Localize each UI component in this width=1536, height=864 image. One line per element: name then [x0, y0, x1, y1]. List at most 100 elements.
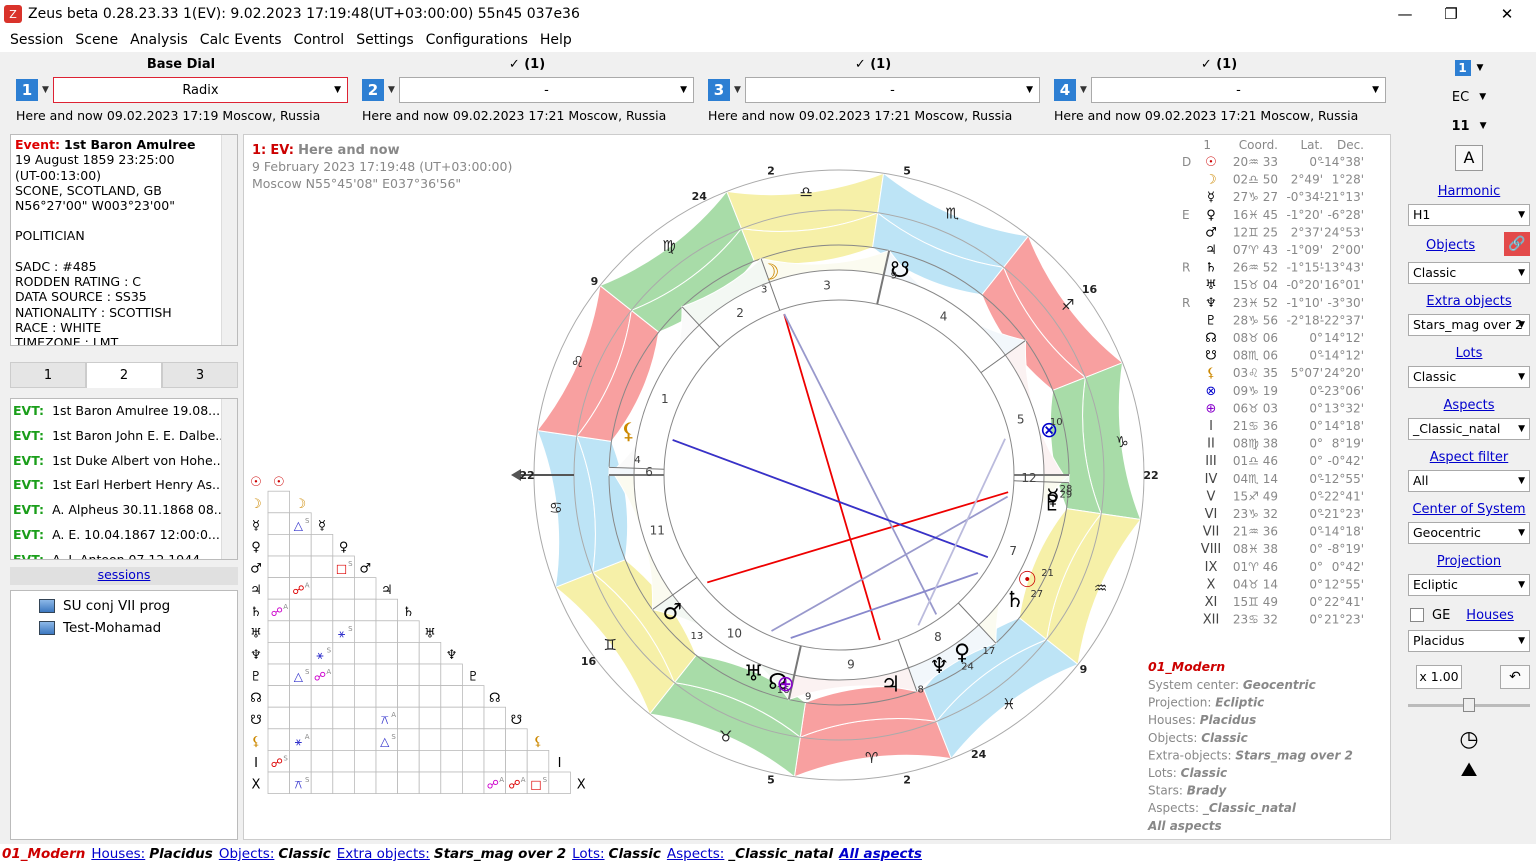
mountain-star-icon[interactable]: ⛰ — [1402, 756, 1536, 782]
dial-select[interactable]: - ▼ — [744, 77, 1040, 103]
undo-icon[interactable]: ↶ — [1500, 665, 1530, 689]
status-aspects-link[interactable]: Aspects: — [667, 846, 724, 862]
center-system-select[interactable]: Geocentric ▼ — [1408, 522, 1530, 544]
clock-icon[interactable]: ◷ — [1402, 726, 1536, 754]
menu-calc-events[interactable]: Calc Events — [194, 32, 288, 48]
tab-3[interactable]: 3 — [162, 362, 238, 388]
event-info-box[interactable]: Event: 1st Baron Amulree 19 August 1859 … — [10, 134, 238, 346]
planet-glyph[interactable]: ⊕ — [776, 672, 794, 697]
zoom-field[interactable]: x 1.00 — [1416, 665, 1462, 689]
summary-line: Objects: Classic — [1148, 731, 1248, 745]
grid-cell — [332, 663, 355, 687]
session-item[interactable]: SU conj VII prog — [11, 595, 237, 617]
lots-link[interactable]: Lots — [1402, 346, 1536, 362]
tab-1[interactable]: 1 — [10, 362, 86, 388]
dial-number-button[interactable]: 2 — [362, 79, 384, 101]
ec-selector[interactable]: EC ▼ — [1402, 82, 1536, 112]
link-icon[interactable]: 🔗 — [1504, 232, 1530, 256]
position-lat: 0° — [1309, 613, 1323, 627]
slider-thumb[interactable] — [1463, 698, 1475, 712]
lots-select[interactable]: Classic ▼ — [1408, 366, 1530, 388]
planet-glyph[interactable]: ☽ — [760, 260, 780, 285]
chart-canvas[interactable]: 1: EV: Here and now 9 February 2023 17:1… — [244, 135, 1392, 841]
houses-link[interactable]: Houses — [1466, 608, 1514, 623]
status-objects-link[interactable]: Objects: — [219, 846, 275, 862]
close-icon[interactable]: ✕ — [1484, 0, 1530, 28]
session-item[interactable]: Test-Mohamad — [11, 617, 237, 639]
list-item[interactable]: EVT: 1st Baron John E. E. Dalbe... — [11, 424, 237, 449]
chevron-down-icon[interactable]: ▼ — [388, 85, 395, 95]
position-lat: -0°20' — [1286, 278, 1323, 292]
list-item[interactable]: EVT: 1st Duke Albert von Hohe... — [11, 449, 237, 474]
chevron-down-icon[interactable]: ▼ — [1477, 63, 1484, 73]
extra-objects-select[interactable]: Stars_mag over 2 ▼ — [1408, 314, 1530, 336]
chevron-down-icon[interactable]: ▼ — [734, 85, 741, 95]
dial-select[interactable]: - ▼ — [398, 77, 694, 103]
houses-select[interactable]: Placidus ▼ — [1408, 630, 1530, 652]
dial-header[interactable]: ✓ (1) — [356, 54, 698, 76]
sessions-link[interactable]: sessions — [10, 567, 238, 585]
objects-select[interactable]: Classic ▼ — [1408, 262, 1530, 284]
dial-header[interactable]: ✓ (1) — [1048, 54, 1390, 76]
list-item[interactable]: EVT: 1st Earl Herbert Henry As... — [11, 473, 237, 498]
aspect-filter-link[interactable]: Aspect filter — [1402, 450, 1536, 466]
menu-scene[interactable]: Scene — [69, 32, 124, 48]
harmonic-select[interactable]: H1 ▼ — [1408, 204, 1530, 226]
menu-control[interactable]: Control — [288, 32, 351, 48]
aspects-select[interactable]: _Classic_natal ▼ — [1408, 418, 1530, 440]
evt-label: 1st Baron Amulree 19.08.... — [52, 403, 225, 418]
menu-help[interactable]: Help — [534, 32, 578, 48]
dial-select[interactable]: Radix ▼ — [52, 77, 348, 103]
tab-2[interactable]: 2 — [86, 362, 162, 388]
grid-cell — [289, 641, 312, 665]
menu-analysis[interactable]: Analysis — [124, 32, 194, 48]
status-all-aspects-link[interactable]: All aspects — [839, 846, 922, 862]
position-symbol: ☊ — [1205, 331, 1217, 346]
ge-checkbox[interactable] — [1410, 608, 1424, 622]
aspects-link[interactable]: Aspects — [1402, 398, 1536, 414]
zoom-slider[interactable] — [1408, 698, 1530, 712]
dial-select[interactable]: - ▼ — [1090, 77, 1386, 103]
right-dial-number[interactable]: 1 — [1454, 60, 1471, 76]
menu-settings[interactable]: Settings — [350, 32, 419, 48]
grid-cell — [397, 641, 420, 665]
planet-glyph[interactable]: ♂ — [663, 600, 683, 625]
center-system-link[interactable]: Center of System — [1402, 502, 1536, 518]
dial-panel-1: Base Dial 1 ▼ Radix ▼ Here and now 09.02.… — [10, 54, 352, 130]
projection-link[interactable]: Projection — [1402, 554, 1536, 570]
list-item[interactable]: EVT: A. J. Antoon 07.12.1944 — [11, 548, 237, 559]
harmonic-link[interactable]: Harmonic — [1402, 184, 1536, 200]
planet-glyph[interactable]: ♆ — [929, 654, 949, 679]
objects-link[interactable]: Objects — [1426, 238, 1512, 254]
dial-number-button[interactable]: 4 — [1054, 79, 1076, 101]
scrollbar[interactable] — [221, 399, 237, 559]
event-line — [15, 213, 233, 228]
dial-number-button[interactable]: 1 — [16, 79, 38, 101]
menu-configurations[interactable]: Configurations — [420, 32, 534, 48]
planet-glyph[interactable]: ♃ — [881, 673, 901, 698]
planet-glyph[interactable]: ⚸ — [621, 420, 637, 445]
minimize-icon[interactable]: — — [1382, 0, 1428, 28]
list-item[interactable]: EVT: 1st Baron Amulree 19.08.... — [11, 399, 237, 424]
aspect-filter-select[interactable]: All ▼ — [1408, 470, 1530, 492]
extra-objects-link[interactable]: Extra objects — [1402, 294, 1536, 310]
planet-glyph[interactable]: ♅ — [744, 661, 764, 686]
list-item[interactable]: EVT: A. Alpheus 30.11.1868 08... — [11, 498, 237, 523]
projection-select[interactable]: Ecliptic ▼ — [1408, 574, 1530, 596]
list-item[interactable]: EVT: A. E. 10.04.1867 12:00:0... — [11, 523, 237, 548]
dial-header[interactable]: ✓ (1) — [702, 54, 1044, 76]
maximize-icon[interactable]: ❐ — [1428, 0, 1474, 28]
scrollbar[interactable] — [221, 135, 237, 345]
font-button[interactable]: A — [1455, 145, 1483, 171]
chevron-down-icon[interactable]: ▼ — [1080, 85, 1087, 95]
dial-number-button[interactable]: 3 — [708, 79, 730, 101]
menu-session[interactable]: Session — [4, 32, 69, 48]
cusp-degree-label: 24 — [971, 748, 987, 761]
planet-glyph[interactable]: ♄ — [1005, 588, 1025, 613]
chevron-down-icon[interactable]: ▼ — [42, 85, 49, 95]
status-lots-link[interactable]: Lots: — [572, 846, 604, 862]
status-houses-link[interactable]: Houses: — [91, 846, 145, 862]
status-extra-objects-link[interactable]: Extra objects: — [337, 846, 430, 862]
num-selector[interactable]: 11 ▼ — [1402, 112, 1536, 140]
chart-area[interactable]: 1: EV: Here and now 9 February 2023 17:1… — [243, 134, 1391, 840]
